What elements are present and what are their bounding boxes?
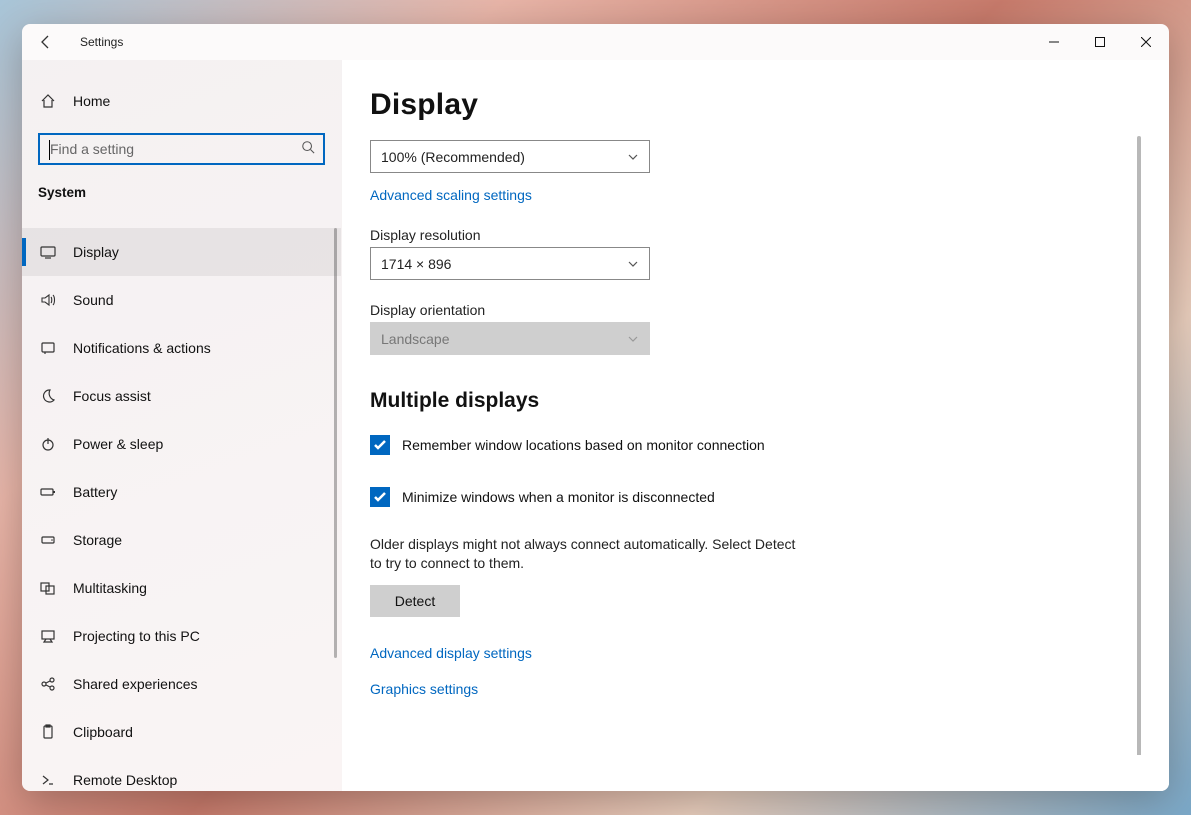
minimize-button[interactable] (1031, 24, 1077, 60)
sidebar-item-label: Clipboard (73, 724, 133, 740)
page-title: Display (370, 88, 1141, 122)
battery-icon (38, 484, 58, 500)
sidebar-item-battery[interactable]: Battery (22, 468, 341, 516)
sidebar-home[interactable]: Home (22, 82, 341, 120)
sidebar-item-notifications[interactable]: Notifications & actions (22, 324, 341, 372)
sidebar-item-label: Multitasking (73, 580, 147, 596)
sidebar: Home System Display (22, 60, 342, 791)
storage-icon (38, 532, 58, 548)
back-button[interactable] (26, 24, 66, 60)
sidebar-item-display[interactable]: Display (22, 228, 341, 276)
orientation-dropdown-value: Landscape (381, 331, 450, 347)
titlebar: Settings (22, 24, 1169, 60)
sidebar-item-power-sleep[interactable]: Power & sleep (22, 420, 341, 468)
close-button[interactable] (1123, 24, 1169, 60)
advanced-display-link[interactable]: Advanced display settings (370, 645, 532, 661)
checkmark-icon (373, 438, 387, 452)
orientation-dropdown: Landscape (370, 322, 650, 355)
moon-icon (38, 388, 58, 404)
resolution-dropdown[interactable]: 1714 × 896 (370, 247, 650, 280)
resolution-label: Display resolution (370, 227, 1117, 243)
graphics-settings-link[interactable]: Graphics settings (370, 681, 478, 697)
search-wrap (22, 120, 341, 165)
search-icon (301, 140, 315, 159)
sidebar-item-label: Power & sleep (73, 436, 163, 452)
sidebar-item-label: Sound (73, 292, 113, 308)
sidebar-item-remote-desktop[interactable]: Remote Desktop (22, 756, 341, 791)
sidebar-nav-list[interactable]: Display Sound Notifications & actions Fo… (22, 228, 341, 791)
shared-icon (38, 676, 58, 692)
window-controls (1031, 24, 1169, 60)
sidebar-item-label: Remote Desktop (73, 772, 177, 788)
sidebar-item-projecting[interactable]: Projecting to this PC (22, 612, 341, 660)
sidebar-item-multitasking[interactable]: Multitasking (22, 564, 341, 612)
sidebar-item-focus-assist[interactable]: Focus assist (22, 372, 341, 420)
orientation-label: Display orientation (370, 302, 1117, 318)
remote-desktop-icon (38, 772, 58, 788)
sidebar-home-label: Home (73, 93, 110, 109)
power-icon (38, 436, 58, 452)
search-input-container[interactable] (38, 133, 325, 165)
detect-info-text: Older displays might not always connect … (370, 535, 810, 573)
text-caret (49, 140, 50, 160)
checkmark-icon (373, 490, 387, 504)
chevron-down-icon (627, 151, 639, 163)
sidebar-item-label: Display (73, 244, 119, 260)
notifications-icon (38, 340, 58, 356)
detect-button[interactable]: Detect (370, 585, 460, 617)
maximize-button[interactable] (1077, 24, 1123, 60)
remember-locations-row[interactable]: Remember window locations based on monit… (370, 435, 1117, 455)
minimize-windows-checkbox[interactable] (370, 487, 390, 507)
advanced-scaling-link[interactable]: Advanced scaling settings (370, 187, 532, 203)
monitor-icon (38, 244, 58, 260)
sidebar-item-label: Projecting to this PC (73, 628, 200, 644)
settings-window: Settings Home (22, 24, 1169, 791)
home-icon (38, 93, 58, 109)
clipboard-icon (38, 724, 58, 740)
sound-icon (38, 292, 58, 308)
minimize-windows-label: Minimize windows when a monitor is disco… (402, 489, 715, 505)
projecting-icon (38, 628, 58, 644)
resolution-dropdown-value: 1714 × 896 (381, 256, 451, 272)
main-content: Display 100% (Recommended) Advanced scal… (342, 60, 1169, 791)
sidebar-item-label: Storage (73, 532, 122, 548)
scrollbar-thumb[interactable] (1137, 136, 1141, 755)
window-title: Settings (80, 35, 123, 49)
sidebar-item-storage[interactable]: Storage (22, 516, 341, 564)
chevron-down-icon (627, 333, 639, 345)
chevron-down-icon (627, 258, 639, 270)
content-scroll-area[interactable]: 100% (Recommended) Advanced scaling sett… (370, 136, 1141, 755)
scale-dropdown-value: 100% (Recommended) (381, 149, 525, 165)
scale-dropdown[interactable]: 100% (Recommended) (370, 140, 650, 173)
search-input[interactable] (50, 141, 301, 157)
multitasking-icon (38, 580, 58, 596)
sidebar-item-shared-experiences[interactable]: Shared experiences (22, 660, 341, 708)
sidebar-item-label: Focus assist (73, 388, 151, 404)
sidebar-section-label: System (22, 165, 341, 206)
remember-locations-label: Remember window locations based on monit… (402, 437, 765, 453)
remember-locations-checkbox[interactable] (370, 435, 390, 455)
sidebar-item-clipboard[interactable]: Clipboard (22, 708, 341, 756)
sidebar-item-label: Shared experiences (73, 676, 198, 692)
sidebar-item-sound[interactable]: Sound (22, 276, 341, 324)
sidebar-item-label: Notifications & actions (73, 340, 211, 356)
window-body: Home System Display (22, 60, 1169, 791)
multiple-displays-heading: Multiple displays (370, 389, 1117, 413)
minimize-windows-row[interactable]: Minimize windows when a monitor is disco… (370, 487, 1117, 507)
sidebar-item-label: Battery (73, 484, 117, 500)
